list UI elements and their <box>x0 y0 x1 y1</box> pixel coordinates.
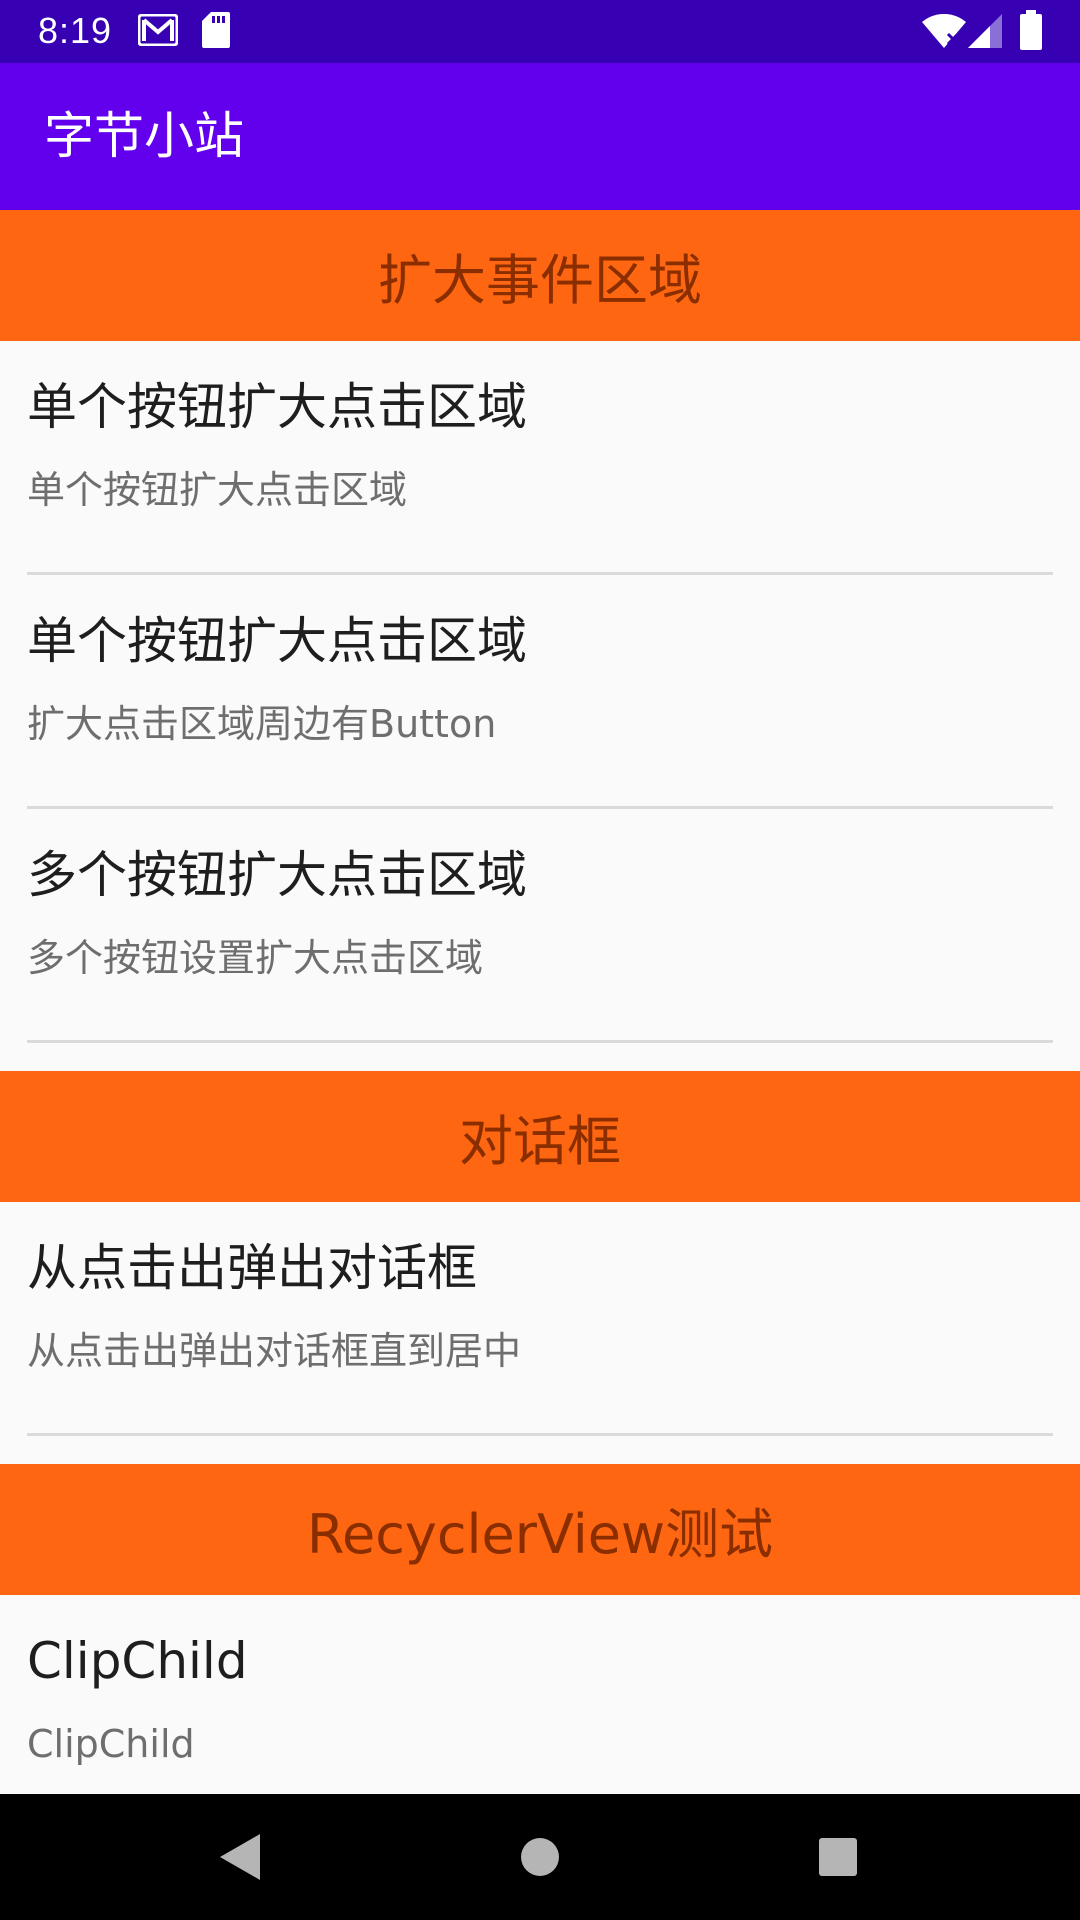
item-subtitle: 单个按钮扩大点击区域 <box>27 468 408 512</box>
item-title: 从点击出弹出对话框 <box>27 1239 477 1297</box>
navigation-bar <box>0 1794 1080 1920</box>
item-title: 多个按钮扩大点击区域 <box>27 846 527 904</box>
list-item[interactable]: 从点击出弹出对话框 从点击出弹出对话框直到居中 <box>0 1202 1080 1436</box>
status-time: 8:19 <box>38 10 113 51</box>
item-title: ClipChild <box>27 1632 248 1690</box>
battery-icon <box>1020 10 1042 54</box>
section-header-expand-events: 扩大事件区域 <box>0 210 1080 341</box>
app-bar: 字节小站 <box>0 63 1080 210</box>
section-header-dialog: 对话框 <box>0 1071 1080 1202</box>
item-subtitle: 多个按钮设置扩大点击区域 <box>27 936 484 980</box>
item-title: 单个按钮扩大点击区域 <box>27 378 527 436</box>
section-header-label: 对话框 <box>459 1110 621 1173</box>
item-title: 单个按钮扩大点击区域 <box>27 612 527 670</box>
list-item[interactable]: 多个按钮扩大点击区域 多个按钮设置扩大点击区域 <box>0 809 1080 1043</box>
item-subtitle: 扩大点击区域周边有Button <box>27 702 497 746</box>
list-item[interactable]: 单个按钮扩大点击区域 扩大点击区域周边有Button <box>0 575 1080 809</box>
list-item[interactable]: ClipChild ClipChild <box>0 1595 1080 1794</box>
home-icon[interactable] <box>505 1822 575 1892</box>
app-title: 字节小站 <box>44 107 244 165</box>
section-header-recyclerview: RecyclerView测试 <box>0 1464 1080 1595</box>
section-header-label: 扩大事件区域 <box>378 249 702 312</box>
divider <box>27 1433 1053 1436</box>
divider <box>27 1040 1053 1043</box>
content-list[interactable]: 扩大事件区域 单个按钮扩大点击区域 单个按钮扩大点击区域 单个按钮扩大点击区域 … <box>0 210 1080 1794</box>
status-bar: 8:19 <box>0 0 1080 63</box>
section-header-label: RecyclerView测试 <box>306 1503 774 1566</box>
sd-card-icon <box>202 12 230 52</box>
signal-icon <box>968 14 1002 52</box>
wifi-icon <box>922 13 966 52</box>
list-item[interactable]: 单个按钮扩大点击区域 单个按钮扩大点击区域 <box>0 341 1080 575</box>
back-icon[interactable] <box>204 1822 274 1892</box>
gmail-icon <box>137 13 179 50</box>
recents-icon[interactable] <box>803 1822 873 1892</box>
item-subtitle: 从点击出弹出对话框直到居中 <box>27 1329 522 1373</box>
item-subtitle: ClipChild <box>27 1722 195 1766</box>
